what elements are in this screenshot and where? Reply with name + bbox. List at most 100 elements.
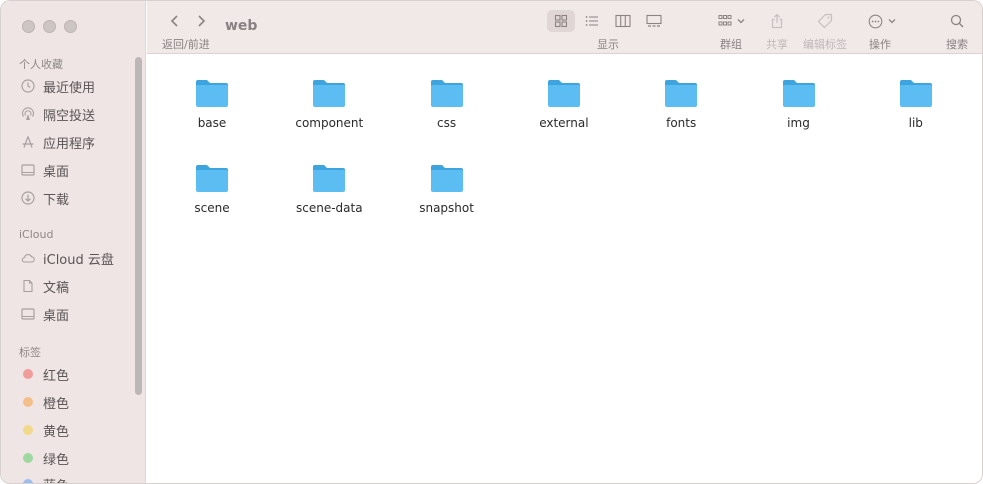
tag-dot-icon (23, 479, 33, 483)
forward-button[interactable] (191, 11, 211, 31)
sidebar-item-label: 绿色 (43, 452, 70, 468)
gallery-view-button[interactable] (640, 10, 668, 32)
folder-name: fonts (666, 116, 697, 130)
view-label: 显示 (597, 38, 619, 51)
window-controls (22, 20, 77, 33)
sidebar-tag-yellow[interactable]: 黄色 (21, 420, 69, 440)
folder-icon (782, 80, 815, 107)
folder-name: snapshot (419, 201, 474, 215)
sidebar-item-recents[interactable]: 最近使用 (21, 76, 95, 96)
favorites-section-title: 个人收藏 (19, 58, 63, 71)
file-grid: base component css external fonts img lib scene… (147, 55, 982, 483)
close-button[interactable] (22, 20, 35, 33)
sidebar-item-icloud-drive[interactable]: iCloud 云盘 (21, 248, 114, 268)
tag-dot-icon (23, 369, 33, 379)
sidebar-item-documents[interactable]: 文稿 (21, 276, 69, 296)
group-icon (718, 15, 732, 26)
folder-icon (196, 80, 228, 107)
minimize-button[interactable] (43, 20, 56, 33)
clock-icon (21, 79, 35, 93)
applications-icon (21, 135, 35, 149)
folder-item[interactable]: base (162, 77, 262, 130)
folder-item[interactable]: lib (866, 77, 966, 130)
cloud-icon (21, 251, 35, 265)
folder-icon (899, 80, 932, 107)
folder-icon (665, 80, 698, 107)
sidebar-item-icloud-desktop[interactable]: 桌面 (21, 304, 69, 324)
chevron-right-icon (198, 15, 206, 27)
folder-name: base (197, 116, 227, 130)
icloud-section-title: iCloud (19, 228, 54, 241)
back-button[interactable] (165, 11, 185, 31)
zoom-button[interactable] (64, 20, 77, 33)
share-label: 共享 (766, 38, 788, 51)
edit-tags-label: 编辑标签 (803, 38, 847, 51)
sidebar-tag-red[interactable]: 红色 (21, 364, 69, 384)
sidebar-tag-green[interactable]: 绿色 (21, 448, 69, 468)
sidebar-item-label: 蓝色 (43, 475, 69, 484)
tag-dot-icon (23, 397, 33, 407)
sidebar-tag-blue[interactable]: 蓝色 (21, 474, 69, 484)
folder-icon (196, 165, 228, 192)
list-icon (585, 16, 598, 26)
sidebar-item-airdrop[interactable]: 隔空投送 (21, 104, 95, 124)
folder-item[interactable]: external (514, 77, 614, 130)
action-button[interactable] (865, 11, 899, 31)
sidebar-item-label: 隔空投送 (43, 108, 96, 124)
column-view-button[interactable] (609, 10, 637, 32)
action-label: 操作 (869, 38, 891, 51)
icon-view-button[interactable] (547, 10, 575, 32)
sidebar-item-label: iCloud 云盘 (43, 252, 114, 268)
chevron-down-icon (737, 19, 745, 24)
search-button[interactable] (947, 11, 967, 31)
sidebar-item-downloads[interactable]: 下载 (21, 188, 69, 208)
columns-icon (615, 14, 631, 28)
group-label: 群组 (720, 38, 742, 51)
tags-section-title: 标签 (19, 346, 41, 359)
desktop-icon (21, 163, 35, 177)
finder-window: 个人收藏 最近使用 隔空投送 应用程序 桌面 下载 iCloud iCloud … (0, 0, 983, 484)
group-button[interactable] (715, 11, 749, 31)
document-icon (21, 279, 35, 293)
sidebar-item-desktop[interactable]: 桌面 (21, 160, 69, 180)
sidebar-item-label: 黄色 (43, 424, 70, 440)
nav-label: 返回/前进 (162, 38, 210, 51)
folder-name: css (437, 116, 457, 130)
folder-name: scene (194, 201, 230, 215)
folder-icon (430, 165, 463, 192)
folder-item[interactable]: css (397, 77, 497, 130)
folder-name: lib (908, 116, 923, 130)
share-button[interactable] (767, 10, 787, 32)
sidebar-scrollbar[interactable] (135, 57, 142, 395)
grid-icon (554, 14, 568, 28)
window-title: web (225, 18, 258, 34)
folder-item[interactable]: img (749, 77, 849, 130)
download-icon (21, 191, 35, 205)
ellipsis-circle-icon (868, 14, 882, 28)
folder-icon (313, 80, 346, 107)
sidebar-item-label: 桌面 (43, 164, 70, 180)
tag-icon (817, 13, 833, 29)
edit-tags-button[interactable] (815, 10, 835, 32)
sidebar-tag-orange[interactable]: 橙色 (21, 392, 69, 412)
sidebar-item-label: 红色 (43, 368, 70, 384)
sidebar-item-label: 橙色 (43, 396, 70, 412)
folder-icon (547, 80, 580, 107)
sidebar: 个人收藏 最近使用 隔空投送 应用程序 桌面 下载 iCloud iCloud … (1, 1, 146, 484)
tag-dot-icon (23, 453, 33, 463)
folder-item[interactable]: component (279, 77, 379, 130)
folder-name: component (295, 116, 364, 130)
sidebar-item-label: 应用程序 (43, 136, 96, 152)
gallery-icon (646, 14, 662, 27)
search-label: 搜索 (946, 38, 968, 51)
folder-item[interactable]: fonts (631, 77, 731, 130)
chevron-left-icon (170, 15, 178, 27)
folder-name: scene-data (296, 201, 363, 215)
folder-item[interactable]: scene-data (279, 162, 379, 215)
sidebar-item-applications[interactable]: 应用程序 (21, 132, 95, 152)
folder-item[interactable]: scene (162, 162, 262, 215)
folder-icon (313, 165, 346, 192)
folder-item[interactable]: snapshot (397, 162, 497, 215)
list-view-button[interactable] (578, 10, 606, 32)
sidebar-item-label: 文稿 (43, 280, 70, 296)
